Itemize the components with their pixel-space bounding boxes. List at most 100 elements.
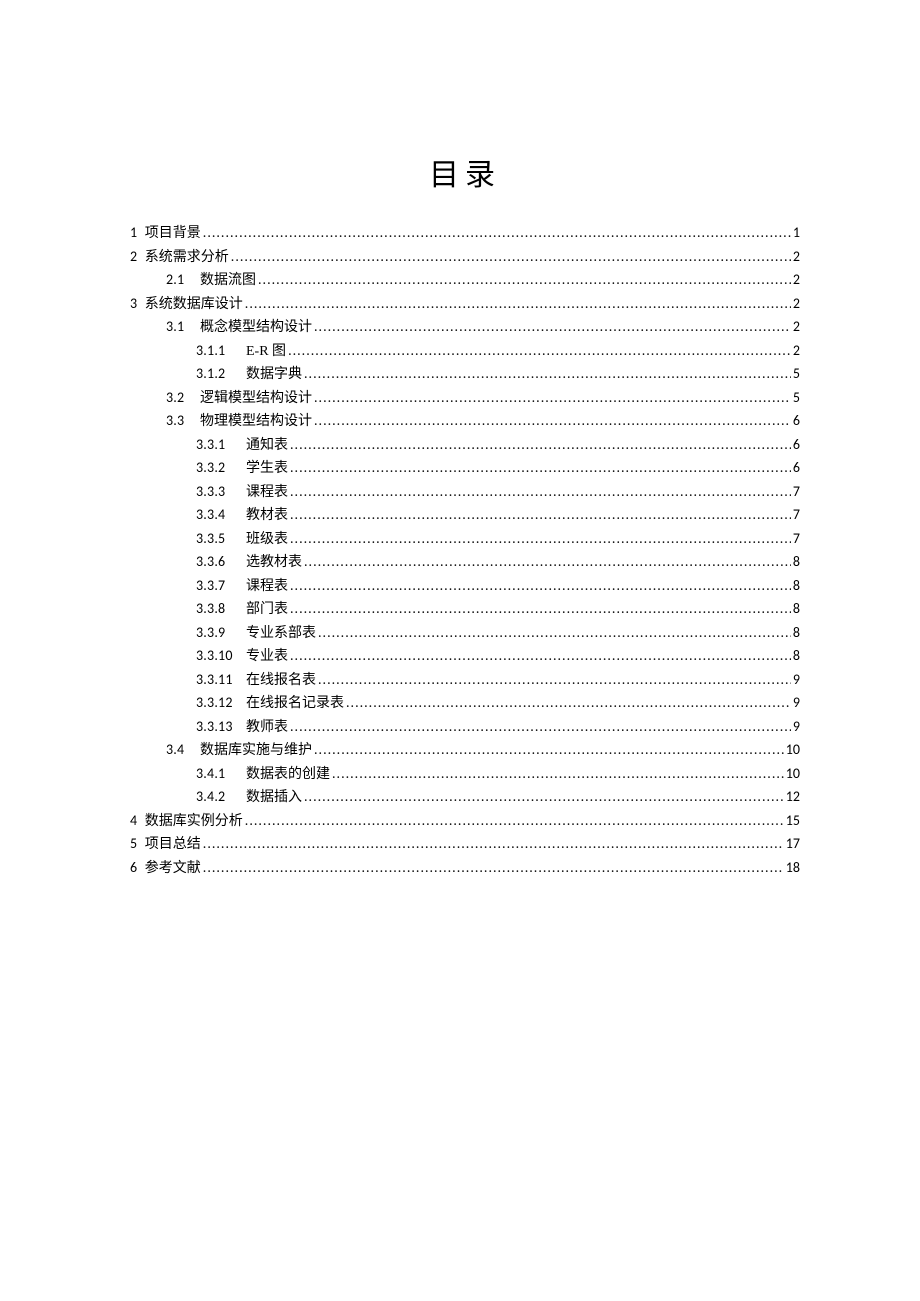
toc-entry-number: 3.3.4 — [196, 504, 242, 527]
toc-entry-page: 9 — [793, 669, 800, 692]
toc-entry-number: 3.3.3 — [196, 481, 242, 504]
toc-entry[interactable]: 3.3物理模型结构设计.............................… — [130, 410, 800, 434]
toc-entry-page: 2 — [793, 293, 800, 316]
toc-entry[interactable]: 3.2逻辑模型结构设计.............................… — [130, 387, 800, 411]
toc-entry-text: 项目背景 — [141, 226, 201, 241]
toc-entry-text: 在线报名表 — [246, 670, 316, 693]
toc-entry-text: 概念模型结构设计 — [200, 317, 312, 340]
toc-entry[interactable]: 2.1数据流图.................................… — [130, 269, 800, 293]
toc-leader-dots: ........................................… — [290, 528, 791, 551]
toc-entry-number: 3.3.9 — [196, 622, 242, 645]
toc-entry[interactable]: 1 项目背景..................................… — [130, 222, 800, 246]
toc-entry-text: 通知表 — [246, 435, 288, 458]
toc-leader-dots: ........................................… — [314, 410, 791, 433]
toc-entry-number: 3.3.1 — [196, 434, 242, 457]
toc-entry-page: 2 — [793, 316, 800, 339]
toc-entry[interactable]: 5 项目总结..................................… — [130, 833, 800, 857]
toc-leader-dots: ........................................… — [258, 269, 791, 292]
toc-entry-text: 班级表 — [246, 529, 288, 552]
toc-entry-lead: 2 系统需求分析 — [130, 246, 229, 270]
toc-leader-dots: ........................................… — [290, 645, 791, 668]
toc-entry-text: 数据库实施与维护 — [200, 740, 312, 763]
toc-entry-text: 物理模型结构设计 — [200, 411, 312, 434]
toc-entry-number: 6 — [130, 859, 137, 876]
toc-leader-dots: ........................................… — [290, 716, 791, 739]
toc-leader-dots: ........................................… — [245, 293, 791, 316]
toc-entry[interactable]: 3.1.2数据字典...............................… — [130, 363, 800, 387]
toc-leader-dots: ........................................… — [203, 222, 791, 245]
toc-leader-dots: ........................................… — [304, 363, 791, 386]
toc-entry[interactable]: 3.3.1通知表................................… — [130, 434, 800, 458]
toc-entry-text: 在线报名记录表 — [246, 693, 344, 716]
toc-entry-number: 3.3.8 — [196, 598, 242, 621]
toc-entry-number: 3 — [130, 295, 137, 312]
toc-entry[interactable]: 6 参考文献..................................… — [130, 857, 800, 881]
toc-entry-page: 8 — [793, 645, 800, 668]
toc-entry-text: 数据字典 — [246, 364, 302, 387]
toc-entry-number: 4 — [130, 812, 137, 829]
toc-entry[interactable]: 3.4数据库实施与维护.............................… — [130, 739, 800, 763]
toc-entry[interactable]: 2 系统需求分析................................… — [130, 246, 800, 270]
toc-entry-number: 3.1 — [166, 316, 196, 339]
toc-entry[interactable]: 3.3.7课程表................................… — [130, 575, 800, 599]
toc-entry[interactable]: 3.4.1数据表的创建.............................… — [130, 763, 800, 787]
toc-entry-page: 5 — [793, 363, 800, 386]
toc-entry-number: 3.1.2 — [196, 363, 242, 386]
toc-entry[interactable]: 3.1.1E-R 图..............................… — [130, 340, 800, 364]
toc-entry-lead: 4 数据库实例分析 — [130, 810, 243, 834]
toc-entry-page: 8 — [793, 598, 800, 621]
toc-entry-text: 选教材表 — [246, 552, 302, 575]
toc-entry-page: 12 — [786, 786, 800, 809]
toc-entry-text: 教材表 — [246, 505, 288, 528]
toc-leader-dots: ........................................… — [288, 340, 791, 363]
toc-entry-page: 7 — [793, 481, 800, 504]
toc-entry[interactable]: 3.3.5班级表................................… — [130, 528, 800, 552]
toc-entry-text: 项目总结 — [141, 837, 201, 852]
toc-entry-text: 课程表 — [246, 482, 288, 505]
toc-leader-dots: ........................................… — [290, 481, 791, 504]
toc-entry[interactable]: 3.3.3课程表................................… — [130, 481, 800, 505]
toc-entry[interactable]: 4 数据库实例分析...............................… — [130, 810, 800, 834]
toc-entry-number: 3.2 — [166, 387, 196, 410]
toc-entry-page: 9 — [793, 692, 800, 715]
toc-entry[interactable]: 3.3.11在线报名表.............................… — [130, 669, 800, 693]
toc-entry-page: 2 — [793, 246, 800, 269]
toc-leader-dots: ........................................… — [290, 575, 791, 598]
toc-leader-dots: ........................................… — [314, 387, 791, 410]
toc-entry-page: 2 — [793, 340, 800, 363]
toc-entry-number: 2.1 — [166, 269, 196, 292]
toc-entry-text: 数据流图 — [200, 270, 256, 293]
toc-leader-dots: ........................................… — [304, 786, 784, 809]
toc-entry[interactable]: 3.1概念模型结构设计.............................… — [130, 316, 800, 340]
toc-entry-page: 2 — [793, 269, 800, 292]
toc-entry-text: 参考文献 — [141, 861, 201, 876]
toc-leader-dots: ........................................… — [290, 504, 791, 527]
toc-entry[interactable]: 3 系统数据库设计...............................… — [130, 293, 800, 317]
toc-entry[interactable]: 3.3.13教师表...............................… — [130, 716, 800, 740]
toc-entry[interactable]: 3.3.6选教材表...............................… — [130, 551, 800, 575]
table-of-contents: 1 项目背景..................................… — [130, 222, 800, 880]
toc-entry-number: 3.3.11 — [196, 669, 242, 692]
toc-entry-text: 数据插入 — [246, 787, 302, 810]
page-title: 目录 — [130, 150, 800, 194]
toc-leader-dots: ........................................… — [332, 763, 784, 786]
toc-entry-page: 6 — [793, 434, 800, 457]
toc-entry-number: 3.4 — [166, 739, 196, 762]
toc-leader-dots: ........................................… — [318, 622, 791, 645]
toc-entry-page: 7 — [793, 504, 800, 527]
toc-entry[interactable]: 3.3.2学生表................................… — [130, 457, 800, 481]
toc-entry-text: 系统数据库设计 — [141, 297, 243, 312]
toc-entry-lead: 3 系统数据库设计 — [130, 293, 243, 317]
toc-entry-number: 3.3.6 — [196, 551, 242, 574]
toc-entry[interactable]: 3.3.10专业表...............................… — [130, 645, 800, 669]
toc-entry-number: 2 — [130, 248, 137, 265]
toc-entry[interactable]: 3.3.12在线报名记录表...........................… — [130, 692, 800, 716]
toc-entry[interactable]: 3.3.8部门表................................… — [130, 598, 800, 622]
toc-entry[interactable]: 3.3.4教材表................................… — [130, 504, 800, 528]
toc-entry[interactable]: 3.3.9专业系部表..............................… — [130, 622, 800, 646]
toc-leader-dots: ........................................… — [314, 739, 784, 762]
toc-entry-number: 1 — [130, 224, 137, 241]
toc-entry-number: 3.3.7 — [196, 575, 242, 598]
toc-leader-dots: ........................................… — [314, 316, 791, 339]
toc-entry[interactable]: 3.4.2数据插入...............................… — [130, 786, 800, 810]
